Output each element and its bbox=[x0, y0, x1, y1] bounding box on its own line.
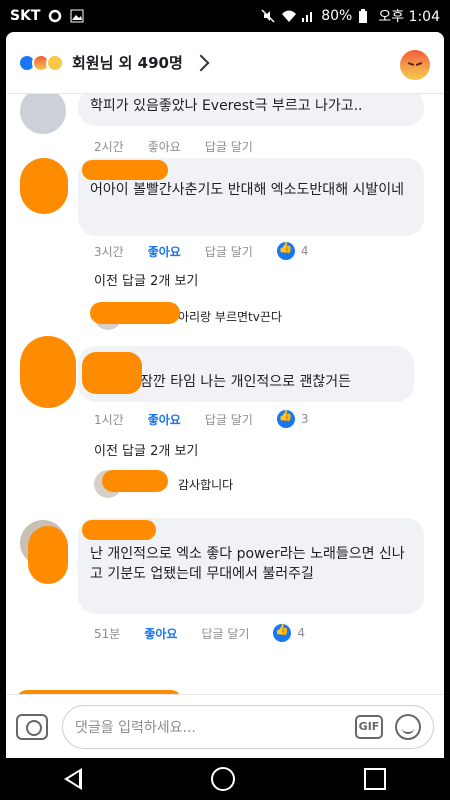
sticker-icon[interactable] bbox=[395, 713, 421, 740]
redaction-mark bbox=[28, 526, 68, 584]
comment-time: 3시간 bbox=[94, 244, 124, 259]
thumbs-up-icon bbox=[273, 623, 292, 642]
comment-item: 학피가 있음좋았나 Everest극 부르고 나가고.. 2시간 좋아요 답글 … bbox=[6, 94, 444, 164]
avatar[interactable] bbox=[20, 94, 66, 134]
haha-reaction-icon bbox=[46, 53, 64, 72]
android-nav-bar bbox=[0, 758, 450, 800]
status-bar: SKT 80% 오후 1:04 bbox=[0, 0, 450, 32]
redaction-mark bbox=[20, 336, 76, 408]
comment-item bbox=[6, 686, 444, 694]
redaction-mark bbox=[102, 470, 168, 492]
comments-sheet: 회원님 외 490명 학피가 있음좋았나 Everest극 부르고 나가고.. … bbox=[6, 32, 444, 758]
comment-actions: 1시간 좋아요 답글 달기 3 bbox=[94, 409, 309, 428]
reply-text: 감사합니다 bbox=[178, 477, 234, 492]
reply-button[interactable]: 답글 달기 bbox=[205, 138, 253, 155]
reply-text: 아리랑 부르면tv끈다 bbox=[178, 309, 282, 324]
comment-time: 2시간 bbox=[94, 140, 124, 154]
comment-text: 어아이 볼빨간사춘기도 반대해 엑소도반대해 시발이네 bbox=[90, 182, 405, 198]
gif-button[interactable]: GIF bbox=[355, 714, 383, 739]
like-button[interactable]: 좋아요 bbox=[144, 625, 177, 642]
thumbs-up-icon bbox=[276, 409, 295, 428]
redaction-mark bbox=[82, 520, 156, 540]
wifi-icon bbox=[281, 9, 297, 23]
clock: 오후 1:04 bbox=[378, 9, 440, 25]
reply-button[interactable]: 답글 달기 bbox=[205, 411, 253, 428]
reaction-icons bbox=[18, 53, 64, 72]
chevron-right-icon bbox=[192, 54, 210, 71]
camera-icon[interactable] bbox=[16, 713, 48, 740]
battery-percent: 80% bbox=[321, 8, 353, 24]
my-reaction-angry-icon[interactable] bbox=[400, 50, 430, 80]
back-icon[interactable] bbox=[64, 768, 83, 790]
reply-button[interactable]: 답글 달기 bbox=[201, 625, 249, 642]
comment-input-placeholder: 댓글을 입력하세요... bbox=[75, 719, 196, 736]
like-count-badge[interactable]: 3 bbox=[276, 409, 309, 428]
comment-text: 학피가 있음좋았나 Everest극 부르고 나가고.. bbox=[90, 98, 363, 114]
comment-actions: 3시간 좋아요 답글 달기 4 bbox=[94, 241, 309, 260]
comment-actions: 51분 좋아요 답글 달기 4 bbox=[94, 623, 306, 642]
like-count: 4 bbox=[297, 626, 306, 640]
comment-time: 1시간 bbox=[94, 412, 124, 427]
mute-icon bbox=[261, 9, 275, 23]
recent-apps-icon[interactable] bbox=[363, 768, 386, 790]
like-count: 3 bbox=[300, 412, 309, 426]
reactions-header[interactable]: 회원님 외 490명 bbox=[6, 32, 444, 94]
comment-text: 잠깐 타임 나는 개인적으로 괜찮거든 bbox=[140, 374, 351, 390]
redaction-mark bbox=[82, 160, 168, 180]
redaction-mark bbox=[82, 352, 142, 394]
reaction-count: 회원님 외 490명 bbox=[72, 54, 183, 72]
like-count-badge[interactable]: 4 bbox=[273, 623, 306, 642]
like-count-badge[interactable]: 4 bbox=[276, 241, 309, 260]
comment-actions: 2시간 좋아요 답글 달기 bbox=[94, 138, 253, 155]
view-previous-replies[interactable]: 이전 답글 2개 보기 bbox=[94, 440, 198, 459]
comment-bubble[interactable]: 학피가 있음좋았나 Everest극 부르고 나가고.. bbox=[78, 94, 424, 126]
battery-icon bbox=[358, 9, 372, 23]
like-button[interactable]: 좋아요 bbox=[148, 138, 181, 155]
redaction-mark bbox=[20, 158, 68, 214]
like-count: 4 bbox=[300, 244, 309, 258]
reply-button[interactable]: 답글 달기 bbox=[205, 243, 253, 260]
app-notification-icon bbox=[48, 9, 62, 23]
thumbs-up-icon bbox=[276, 241, 295, 260]
like-button[interactable]: 좋아요 bbox=[148, 243, 181, 260]
like-button[interactable]: 좋아요 bbox=[148, 411, 181, 428]
signal-icon bbox=[301, 9, 315, 23]
comment-composer: 댓글을 입력하세요... GIF bbox=[6, 694, 444, 758]
comment-item: 어아이 볼빨간사춘기도 반대해 엑소도반대해 시발이네 3시간 좋아요 답글 달… bbox=[6, 158, 444, 358]
comment-input[interactable]: 댓글을 입력하세요... GIF bbox=[62, 704, 434, 749]
carrier-label: SKT bbox=[10, 8, 41, 24]
redaction-mark bbox=[90, 302, 180, 324]
image-notification-icon bbox=[70, 9, 84, 23]
view-previous-replies[interactable]: 이전 답글 2개 보기 bbox=[94, 270, 198, 289]
comment-time: 51분 bbox=[94, 626, 121, 641]
comment-item: 난 개인적으로 엑소 좋다 power라는 노래들으면 신나고 기분도 업됐는데… bbox=[6, 514, 444, 684]
comment-text: 난 개인적으로 엑소 좋다 power라는 노래들으면 신나고 기분도 업됐는데… bbox=[90, 546, 405, 582]
comment-list[interactable]: 학피가 있음좋았나 Everest극 부르고 나가고.. 2시간 좋아요 답글 … bbox=[6, 94, 444, 694]
home-icon[interactable] bbox=[210, 767, 235, 791]
